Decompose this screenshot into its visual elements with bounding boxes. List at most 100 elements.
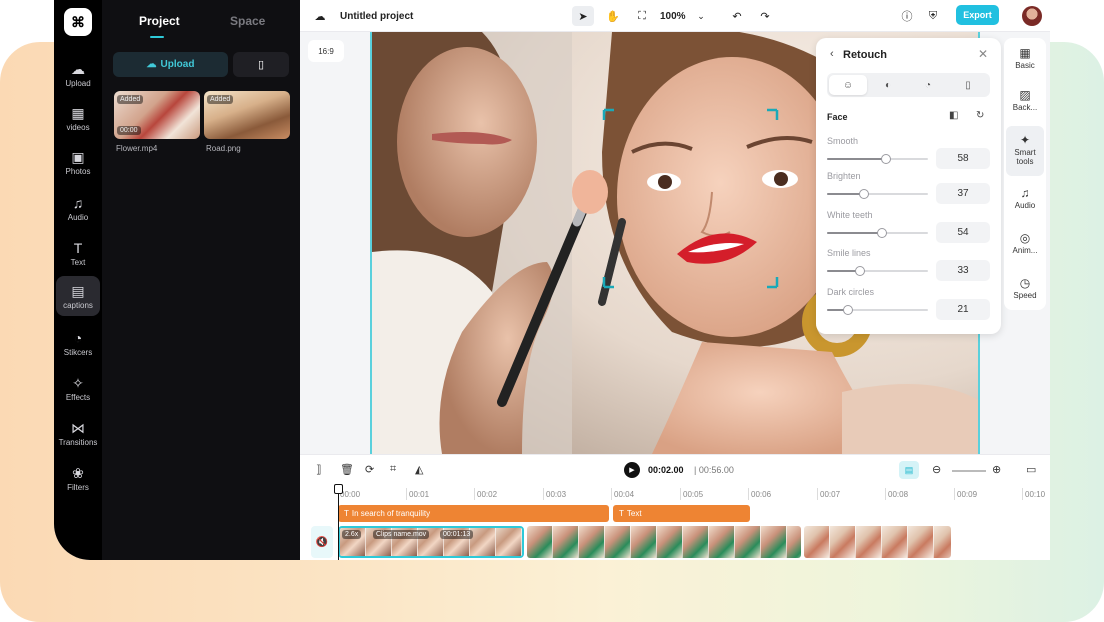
redo-icon[interactable]: ↷ xyxy=(756,6,774,26)
play-icon: ▶ xyxy=(629,467,635,474)
fullscreen-icon[interactable]: ⛶ xyxy=(632,6,652,26)
timeline-zoom-slider[interactable] xyxy=(952,470,986,472)
ruler-tick: 00:00 xyxy=(340,490,361,499)
phone-upload-button[interactable]: ▯ xyxy=(233,52,289,77)
rail-item-photos[interactable]: ▣ Photos xyxy=(56,142,100,182)
playhead-handle[interactable] xyxy=(334,484,343,494)
added-badge: Added xyxy=(207,95,234,104)
auto-caption-button[interactable]: ▤ xyxy=(899,461,919,479)
clip-duration: 00:01:13 xyxy=(440,530,474,539)
zoom-in-icon[interactable]: ⊕ xyxy=(992,463,1001,476)
clip-frame xyxy=(631,526,657,558)
rp-item-background[interactable]: ▨ Back... xyxy=(1006,80,1044,122)
slider-thumb[interactable] xyxy=(880,154,891,164)
play-button[interactable]: ▶ xyxy=(624,462,640,478)
chevron-down-icon[interactable]: ⌄ xyxy=(694,6,708,26)
export-button[interactable]: Export xyxy=(956,5,999,25)
speaker-mute-icon: 🔇 xyxy=(315,536,329,548)
slider-track[interactable] xyxy=(827,305,928,315)
hand-tool-icon[interactable]: ✋ xyxy=(603,6,623,26)
timeline: 00:00 00:01 00:02 00:03 00:04 00:05 00:0… xyxy=(300,484,1050,560)
rp-item-animation[interactable]: ◎ Anim... xyxy=(1006,223,1044,265)
rp-item-smart-tools[interactable]: ✦ Smart tools xyxy=(1006,126,1044,176)
help-icon[interactable]: ⓘ xyxy=(898,6,916,26)
top-bar: ☁ Untitled project ➤ ✋ ⛶ 100% ⌄ ↶ ↷ ⓘ ⛨ … xyxy=(300,0,1050,32)
project-title[interactable]: Untitled project xyxy=(340,6,413,26)
upload-button[interactable]: ☁ Upload xyxy=(113,52,228,77)
rp-item-speed[interactable]: ◷ Speed xyxy=(1006,268,1044,310)
text-clip[interactable]: T Text xyxy=(613,505,750,522)
slider-value[interactable]: 54 xyxy=(936,222,990,243)
rp-item-audio[interactable]: ♫ Audio xyxy=(1006,178,1044,220)
slider-track[interactable] xyxy=(827,154,928,164)
media-thumbnail-road[interactable]: Added xyxy=(204,91,290,139)
slider-thumb[interactable] xyxy=(843,305,854,315)
rail-item-audio[interactable]: ♫ Audio xyxy=(56,188,100,228)
flip-icon[interactable]: ◭ xyxy=(415,463,423,476)
zoom-level[interactable]: 100% xyxy=(660,6,686,26)
slider-value[interactable]: 58 xyxy=(936,148,990,169)
tab-space[interactable]: Space xyxy=(230,14,265,28)
rail-item-transitions[interactable]: ⋈ Transitions xyxy=(56,413,100,453)
delete-icon[interactable]: 🗑 xyxy=(340,463,354,476)
video-clip[interactable] xyxy=(804,526,951,558)
monitor-icon[interactable]: ▭ xyxy=(1026,463,1036,476)
tab-face[interactable]: ☺ xyxy=(829,75,867,95)
ruler-tick: 00:08 xyxy=(888,490,909,499)
media-name: Road.png xyxy=(206,144,241,153)
cloud-upload-icon: ☁ xyxy=(146,59,157,70)
close-icon[interactable]: ✕ xyxy=(978,47,988,61)
slider-thumb[interactable] xyxy=(855,266,866,276)
text-clip[interactable]: T In search of tranquility xyxy=(338,505,609,522)
freeze-icon[interactable]: ⟳ xyxy=(365,463,374,476)
mute-track-button[interactable]: 🔇 xyxy=(311,526,333,558)
video-clip-selected[interactable]: 2.6x Clips name.mov 00:01:13 xyxy=(338,526,524,558)
slider-value[interactable]: 33 xyxy=(936,260,990,281)
face-icon: ☺ xyxy=(842,79,854,91)
split-icon[interactable]: ⟧ xyxy=(316,463,321,476)
rail-item-filters[interactable]: ❀ Filters xyxy=(56,458,100,498)
rail-item-text[interactable]: T Text xyxy=(56,233,100,273)
rail-item-videos[interactable]: ▦ videos xyxy=(56,98,100,138)
rail-item-effects[interactable]: ✧ Effects xyxy=(56,368,100,408)
crop-icon[interactable]: ⌗ xyxy=(390,463,396,476)
total-time: | 00:56.00 xyxy=(694,465,734,475)
tab-head[interactable]: ◐ xyxy=(869,75,907,95)
zoom-out-icon[interactable]: ⊖ xyxy=(932,463,941,476)
video-clip[interactable] xyxy=(527,526,801,558)
basic-icon: ▦ xyxy=(1019,45,1031,60)
slider-thumb[interactable] xyxy=(859,189,870,199)
rail-item-upload[interactable]: ☁ Upload xyxy=(56,54,100,94)
compare-icon[interactable]: ◧ xyxy=(949,110,958,121)
ruler-divider xyxy=(748,488,749,500)
rail-item-stickers[interactable]: ◔ Stikcers xyxy=(56,323,100,363)
slider-track[interactable] xyxy=(827,228,928,238)
slider-track[interactable] xyxy=(827,189,928,199)
tab-figure[interactable]: ▯ xyxy=(949,75,987,95)
select-tool-icon[interactable]: ➤ xyxy=(572,6,594,26)
slider-value[interactable]: 37 xyxy=(936,183,990,204)
ruler-divider xyxy=(680,488,681,500)
ruler-tick: 00:03 xyxy=(546,490,567,499)
avatar[interactable] xyxy=(1022,6,1042,26)
undo-icon[interactable]: ↶ xyxy=(728,6,746,26)
media-thumbnail-flower[interactable]: Added 00:00 xyxy=(114,91,200,139)
aspect-ratio-button[interactable]: 16:9 xyxy=(308,40,344,62)
ruler-tick: 00:02 xyxy=(477,490,498,499)
tab-body[interactable]: ◔ xyxy=(909,75,947,95)
shield-icon[interactable]: ⛨ xyxy=(924,6,942,26)
clip-frame xyxy=(934,526,951,558)
rp-item-basic[interactable]: ▦ Basic xyxy=(1006,38,1044,80)
playhead[interactable] xyxy=(338,484,339,560)
slider-value[interactable]: 21 xyxy=(936,299,990,320)
slider-track[interactable] xyxy=(827,266,928,276)
clip-frame xyxy=(856,526,882,558)
reset-icon[interactable]: ↻ xyxy=(976,110,984,121)
slider-thumb[interactable] xyxy=(876,228,887,238)
added-badge: Added xyxy=(117,95,144,104)
rail-item-captions[interactable]: ▤ captions xyxy=(56,276,100,316)
clip-frame xyxy=(709,526,735,558)
back-chevron-icon[interactable]: ‹ xyxy=(830,48,834,60)
ruler-divider xyxy=(954,488,955,500)
tab-project[interactable]: Project xyxy=(139,14,180,28)
